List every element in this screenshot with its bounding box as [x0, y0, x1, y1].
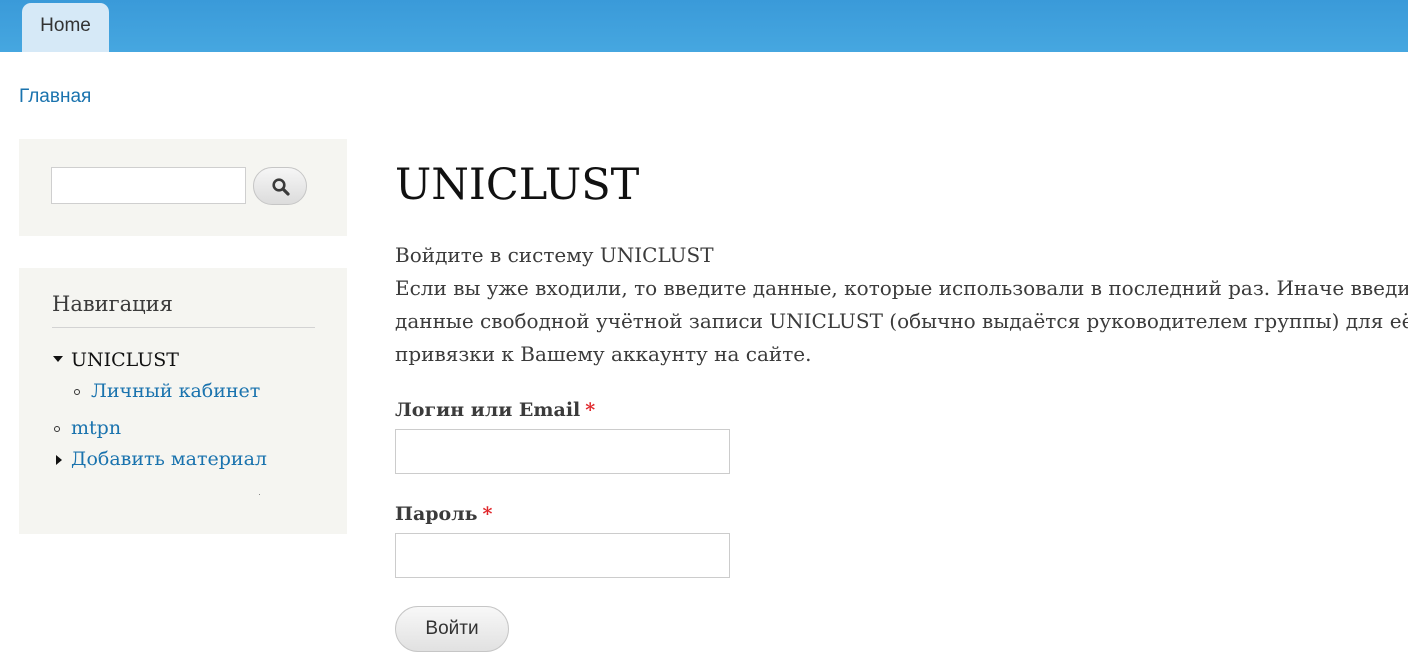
- search-input[interactable]: [51, 167, 246, 204]
- navigation-divider: [52, 327, 315, 328]
- login-label: Логин или Email *: [395, 399, 595, 421]
- search-button[interactable]: [253, 167, 307, 205]
- bullet-circle-icon: [54, 426, 60, 432]
- intro-text-line: данные свободной учётной записи UNICLUST…: [395, 309, 1408, 333]
- required-marker: *: [482, 503, 493, 525]
- navigation-block: Навигация UNICLUST Личный кабинет mtpn Д…: [19, 268, 347, 534]
- nav-item-personal-cabinet[interactable]: Личный кабинет: [91, 380, 260, 402]
- intro-text-line: привязки к Вашему аккаунту на сайте.: [395, 342, 812, 366]
- page-title: UNICLUST: [395, 160, 640, 210]
- breadcrumb-home-link[interactable]: Главная: [19, 86, 91, 108]
- collapsed-triangle-icon: [56, 455, 62, 465]
- tab-home[interactable]: Home: [22, 3, 109, 52]
- decorative-dot: [259, 494, 260, 495]
- password-input[interactable]: [395, 533, 730, 578]
- password-label: Пароль *: [395, 503, 492, 525]
- search-icon: [272, 178, 290, 196]
- required-marker: *: [585, 399, 596, 421]
- intro-text-line: Если вы уже входили, то введите данные, …: [395, 276, 1408, 300]
- navigation-title: Навигация: [52, 292, 173, 316]
- password-label-text: Пароль: [395, 503, 478, 525]
- bullet-circle-icon: [74, 389, 80, 395]
- top-navigation-bar: Home: [0, 0, 1408, 52]
- nav-item-uniclust[interactable]: UNICLUST: [71, 349, 179, 371]
- expanded-triangle-icon: [53, 356, 63, 362]
- nav-item-add-content[interactable]: Добавить материал: [71, 448, 267, 470]
- search-block: [19, 139, 347, 236]
- login-submit-button[interactable]: Войти: [395, 606, 509, 652]
- nav-item-mtpn[interactable]: mtpn: [71, 417, 121, 439]
- intro-heading: Войдите в систему UNICLUST: [395, 243, 714, 267]
- login-input[interactable]: [395, 429, 730, 474]
- login-label-text: Логин или Email: [395, 399, 581, 421]
